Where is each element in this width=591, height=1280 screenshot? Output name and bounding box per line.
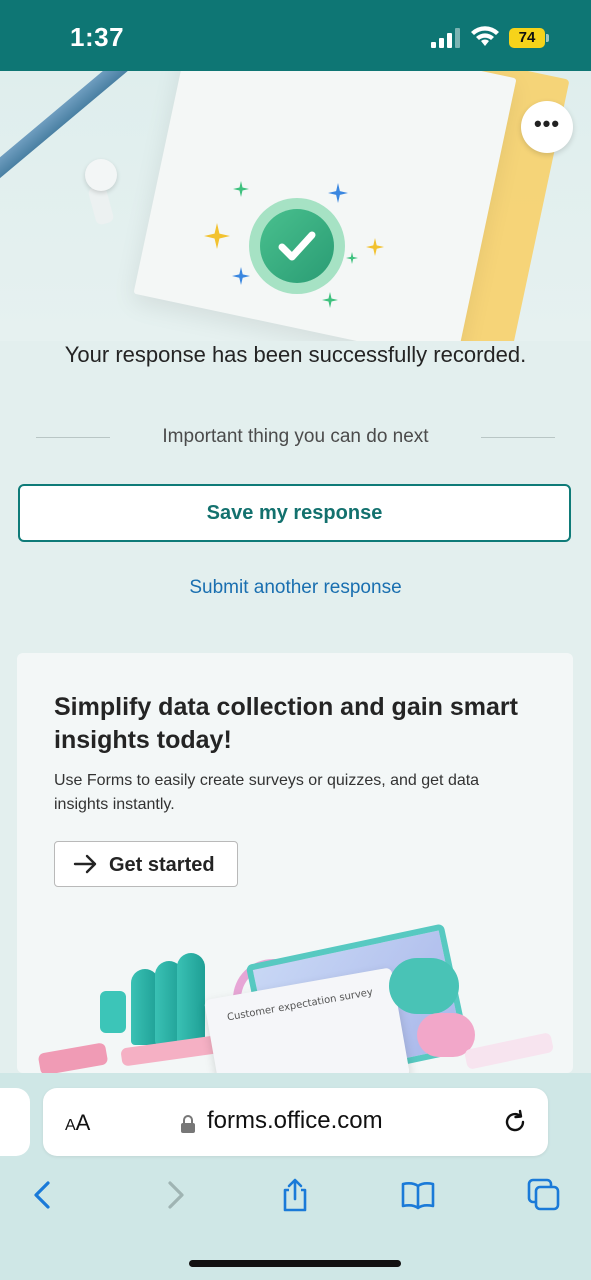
save-response-button[interactable]: Save my response	[18, 484, 571, 542]
home-indicator	[189, 1260, 401, 1267]
sparkle-icon	[233, 181, 249, 197]
promo-description: Use Forms to easily create surveys or qu…	[54, 772, 480, 813]
battery-indicator: 74	[509, 28, 545, 48]
sparkle-icon	[328, 183, 348, 203]
cellular-signal-icon	[431, 28, 460, 48]
promo-card: Simplify data collection and gain smart …	[17, 653, 573, 1073]
address-bar[interactable]: AA forms.office.com	[43, 1088, 548, 1156]
tabs-icon[interactable]	[526, 1177, 562, 1213]
arrow-right-icon	[73, 854, 97, 874]
get-started-button[interactable]: Get started	[54, 841, 238, 887]
previous-tab-peek[interactable]	[0, 1088, 30, 1156]
checkmark-icon	[260, 209, 334, 283]
reader-settings-button[interactable]: AA	[65, 1110, 90, 1136]
sparkle-icon	[322, 292, 338, 308]
sparkle-icon	[232, 267, 250, 285]
status-bar: 1:37 74	[0, 0, 591, 71]
sparkle-icon	[204, 223, 230, 249]
more-icon: •••	[533, 111, 561, 136]
browser-toolbar: AA forms.office.com	[0, 1073, 591, 1280]
bookmarks-icon[interactable]	[400, 1177, 436, 1213]
reload-icon[interactable]	[501, 1108, 529, 1136]
back-icon[interactable]	[26, 1177, 62, 1213]
url-text[interactable]: forms.office.com	[207, 1107, 383, 1135]
survey-preview-card: Customer expectation survey	[203, 967, 411, 1073]
pencil-decoration	[0, 71, 160, 186]
teal-block-decoration	[100, 991, 126, 1033]
forms-illustration: Customer expectation survey	[17, 923, 573, 1073]
success-message: Your response has been successfully reco…	[64, 342, 527, 367]
forward-icon[interactable]	[156, 1177, 192, 1213]
hero-illustration: •••	[0, 71, 591, 341]
pushpin-head-decoration	[85, 159, 117, 191]
checkmark-svg	[278, 231, 316, 261]
sparkle-icon	[346, 252, 358, 264]
cylinder-decoration	[177, 953, 205, 1045]
submit-another-response-link[interactable]: Submit another response	[0, 577, 591, 599]
divider-right	[481, 437, 555, 438]
battery-tip	[546, 34, 549, 42]
more-options-button[interactable]: •••	[521, 101, 573, 153]
lock-icon	[181, 1115, 195, 1133]
teal-cylinder-decoration	[389, 958, 459, 1014]
survey-preview-title: Customer expectation survey	[226, 986, 374, 1024]
get-started-label: Get started	[109, 854, 215, 876]
wifi-icon	[471, 26, 499, 46]
promo-title: Simplify data collection and gain smart …	[54, 693, 518, 754]
dots-strip-decoration	[463, 1032, 555, 1070]
status-time: 1:37	[70, 22, 125, 52]
pink-block-decoration	[37, 1042, 109, 1073]
sparkle-icon	[366, 238, 384, 256]
share-icon[interactable]	[277, 1177, 313, 1213]
